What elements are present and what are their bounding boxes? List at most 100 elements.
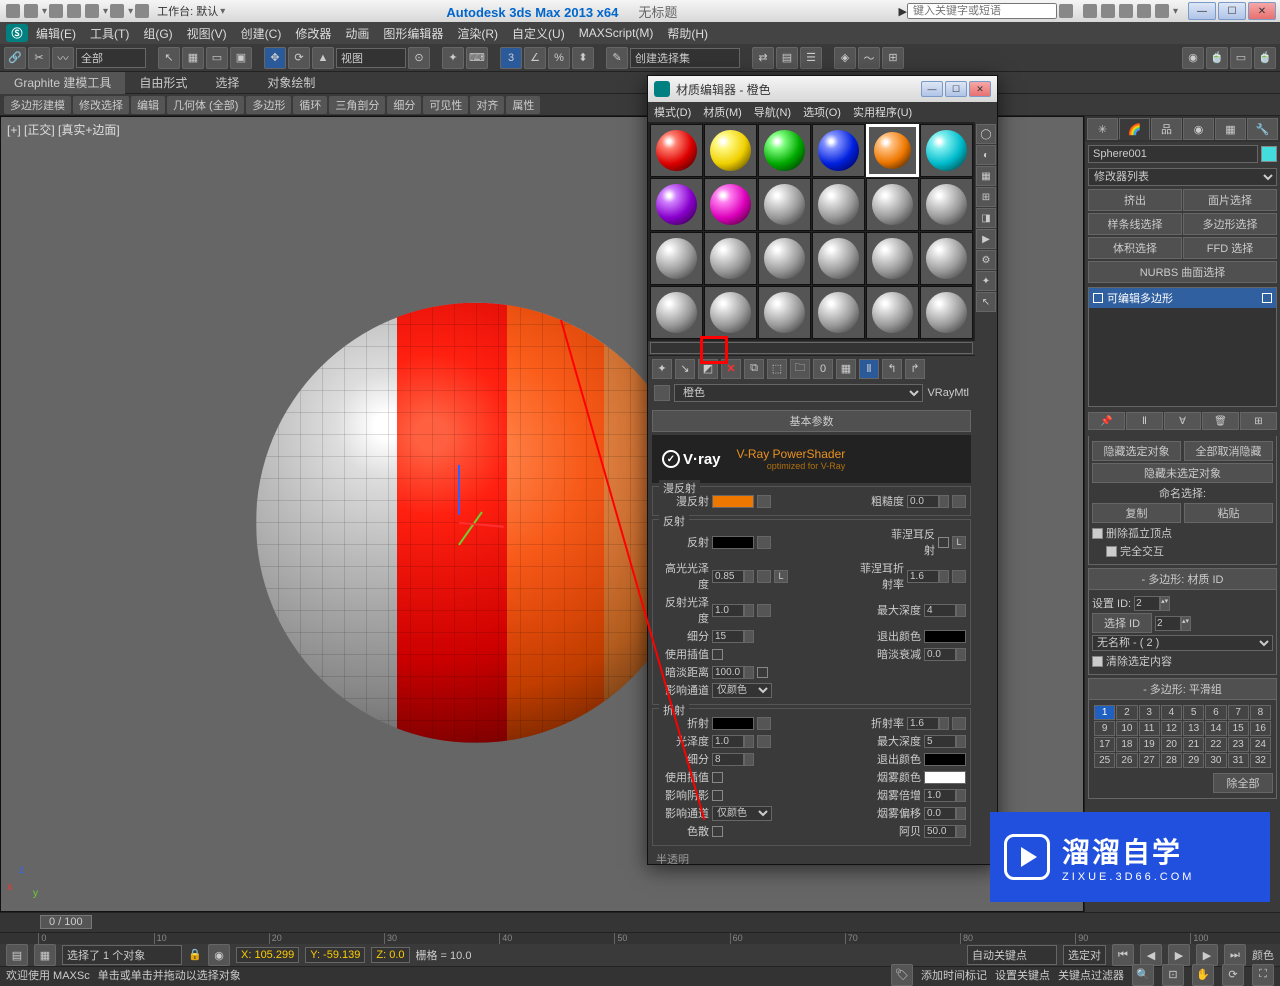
window-crossing-icon[interactable]: ▣: [230, 47, 252, 69]
cmd-tab-create-icon[interactable]: ✳: [1087, 118, 1118, 140]
sg-3[interactable]: 3: [1139, 705, 1160, 720]
reflect-color-swatch[interactable]: [712, 536, 754, 549]
sample-slot-2[interactable]: [704, 124, 757, 177]
selection-lock-icon[interactable]: 🔒: [188, 948, 202, 962]
sg-31[interactable]: 31: [1228, 753, 1249, 768]
material-id-icon[interactable]: 0: [813, 359, 833, 379]
select-by-mat-icon[interactable]: ✦: [976, 271, 996, 291]
sg-23[interactable]: 23: [1228, 737, 1249, 752]
fog-mult-spinner[interactable]: [924, 789, 966, 802]
transform-gizmo[interactable]: [458, 514, 459, 515]
refl-affect-dropdown[interactable]: 仅颜色: [712, 683, 772, 698]
sample-slot-4[interactable]: [812, 124, 865, 177]
sg-4[interactable]: 4: [1161, 705, 1182, 720]
full-interactive-checkbox[interactable]: [1106, 546, 1117, 557]
rib-subdiv[interactable]: 细分: [387, 96, 421, 114]
object-color-swatch[interactable]: [1261, 146, 1277, 162]
btn-patch-sel[interactable]: 面片选择: [1183, 189, 1277, 211]
sample-slot-11[interactable]: [866, 178, 919, 231]
delete-iso-checkbox[interactable]: [1092, 528, 1103, 539]
video-check-icon[interactable]: ◨: [976, 208, 996, 228]
cmd-tab-utilities-icon[interactable]: 🔧: [1247, 118, 1278, 140]
stack-remove-icon[interactable]: 🗑: [1202, 412, 1239, 430]
sg-19[interactable]: 19: [1139, 737, 1160, 752]
sg-24[interactable]: 24: [1250, 737, 1271, 752]
dim-distance-checkbox[interactable]: [757, 667, 768, 678]
menu-create[interactable]: 创建(C): [241, 25, 282, 42]
clear-selection-checkbox[interactable]: [1092, 656, 1103, 667]
nav-pan-icon[interactable]: ✋: [1192, 964, 1214, 986]
timetag-icon[interactable]: 🏷: [891, 964, 913, 986]
sg-21[interactable]: 21: [1183, 737, 1204, 752]
sg-30[interactable]: 30: [1205, 753, 1226, 768]
sg-29[interactable]: 29: [1183, 753, 1204, 768]
titlebar-link-icon[interactable]: [135, 4, 149, 18]
nav-zoom-all-icon[interactable]: ⊡: [1162, 964, 1184, 986]
matid-name-dropdown[interactable]: 无名称 - ( 2 ): [1092, 635, 1273, 651]
sample-slot-16[interactable]: [812, 232, 865, 285]
window-maximize-button[interactable]: ☐: [1218, 2, 1246, 20]
select-manip-icon[interactable]: ✦: [442, 47, 464, 69]
rib-poly-modeling[interactable]: 多边形建模: [4, 96, 71, 114]
infocenter-icon-3[interactable]: [1119, 4, 1133, 18]
hilight-map-button[interactable]: [757, 570, 771, 583]
affect-shadow-checkbox[interactable]: [712, 790, 723, 801]
fresnel-ior-map-button[interactable]: [952, 570, 966, 583]
refr-gloss-spinner[interactable]: [712, 735, 754, 748]
nav-orbit-icon[interactable]: ⟳: [1222, 964, 1244, 986]
refl-exit-color-swatch[interactable]: [924, 630, 966, 643]
roughness-map-button[interactable]: [952, 495, 966, 508]
unlink-icon[interactable]: ✂: [28, 47, 50, 69]
btn-ffd-sel[interactable]: FFD 选择: [1183, 237, 1277, 259]
select-name-icon[interactable]: ▦: [182, 47, 204, 69]
btn-poly-sel[interactable]: 多边形选择: [1183, 213, 1277, 235]
select-icon[interactable]: ↖: [158, 47, 180, 69]
sample-slot-20[interactable]: [704, 286, 757, 339]
sg-15[interactable]: 15: [1228, 721, 1249, 736]
sample-slot-18[interactable]: [920, 232, 973, 285]
put-to-scene-icon[interactable]: ↘: [675, 359, 695, 379]
stack-config-icon[interactable]: ⊞: [1240, 412, 1277, 430]
sample-slot-23[interactable]: [866, 286, 919, 339]
hide-unselected-button[interactable]: 隐藏未选定对象: [1092, 463, 1273, 483]
titlebar-redo-icon[interactable]: [110, 4, 124, 18]
make-unique-icon[interactable]: ⬚: [767, 359, 787, 379]
layers-icon[interactable]: ☰: [800, 47, 822, 69]
refl-useinterp-checkbox[interactable]: [712, 649, 723, 660]
fresnel-checkbox[interactable]: [938, 537, 949, 548]
cmd-tab-display-icon[interactable]: ▦: [1215, 118, 1246, 140]
rib-properties[interactable]: 属性: [506, 96, 540, 114]
refract-color-swatch[interactable]: [712, 717, 754, 730]
sg-26[interactable]: 26: [1116, 753, 1137, 768]
sample-slot-24[interactable]: [920, 286, 973, 339]
select-id-button[interactable]: 选择 ID: [1092, 613, 1152, 633]
help-icon[interactable]: [1155, 4, 1169, 18]
help-search-input[interactable]: [907, 3, 1057, 19]
sg-18[interactable]: 18: [1116, 737, 1137, 752]
refr-affect-dropdown[interactable]: 仅颜色: [712, 806, 772, 821]
fog-color-swatch[interactable]: [924, 771, 966, 784]
sg-1[interactable]: 1: [1094, 705, 1115, 720]
material-editor-titlebar[interactable]: 材质编辑器 - 橙色 — ☐ ✕: [648, 76, 997, 102]
sample-type-icon[interactable]: ◯: [976, 124, 996, 144]
play-end-icon[interactable]: ⏭: [1224, 944, 1246, 966]
time-ruler[interactable]: 0102030405060708090100: [0, 932, 1280, 944]
workspace-dropdown[interactable]: 工作台: 默认: [157, 3, 218, 19]
setkey-button[interactable]: 设置关键点: [995, 967, 1050, 983]
isolate-toggle-icon[interactable]: ◉: [208, 944, 230, 966]
mat-menu-navigation[interactable]: 导航(N): [754, 104, 791, 120]
refl-gloss-map-button[interactable]: [757, 604, 771, 617]
titlebar-undo-icon[interactable]: [85, 4, 99, 18]
btn-extrude[interactable]: 挤出: [1088, 189, 1182, 211]
roughness-spinner[interactable]: [907, 495, 949, 508]
render-frame-icon[interactable]: ▭: [1230, 47, 1252, 69]
coord-y[interactable]: Y: -59.139: [305, 947, 365, 963]
infocenter-icon-4[interactable]: [1137, 4, 1151, 18]
menu-maxscript[interactable]: MAXScript(M): [579, 26, 654, 40]
modifier-list-dropdown[interactable]: 修改器列表: [1088, 168, 1277, 186]
rib-modify-sel[interactable]: 修改选择: [73, 96, 129, 114]
sample-slot-10[interactable]: [812, 178, 865, 231]
ribbon-tab-selection[interactable]: 选择: [201, 72, 253, 94]
titlebar-open-icon[interactable]: [49, 4, 63, 18]
play-next-icon[interactable]: ▶: [1196, 944, 1218, 966]
